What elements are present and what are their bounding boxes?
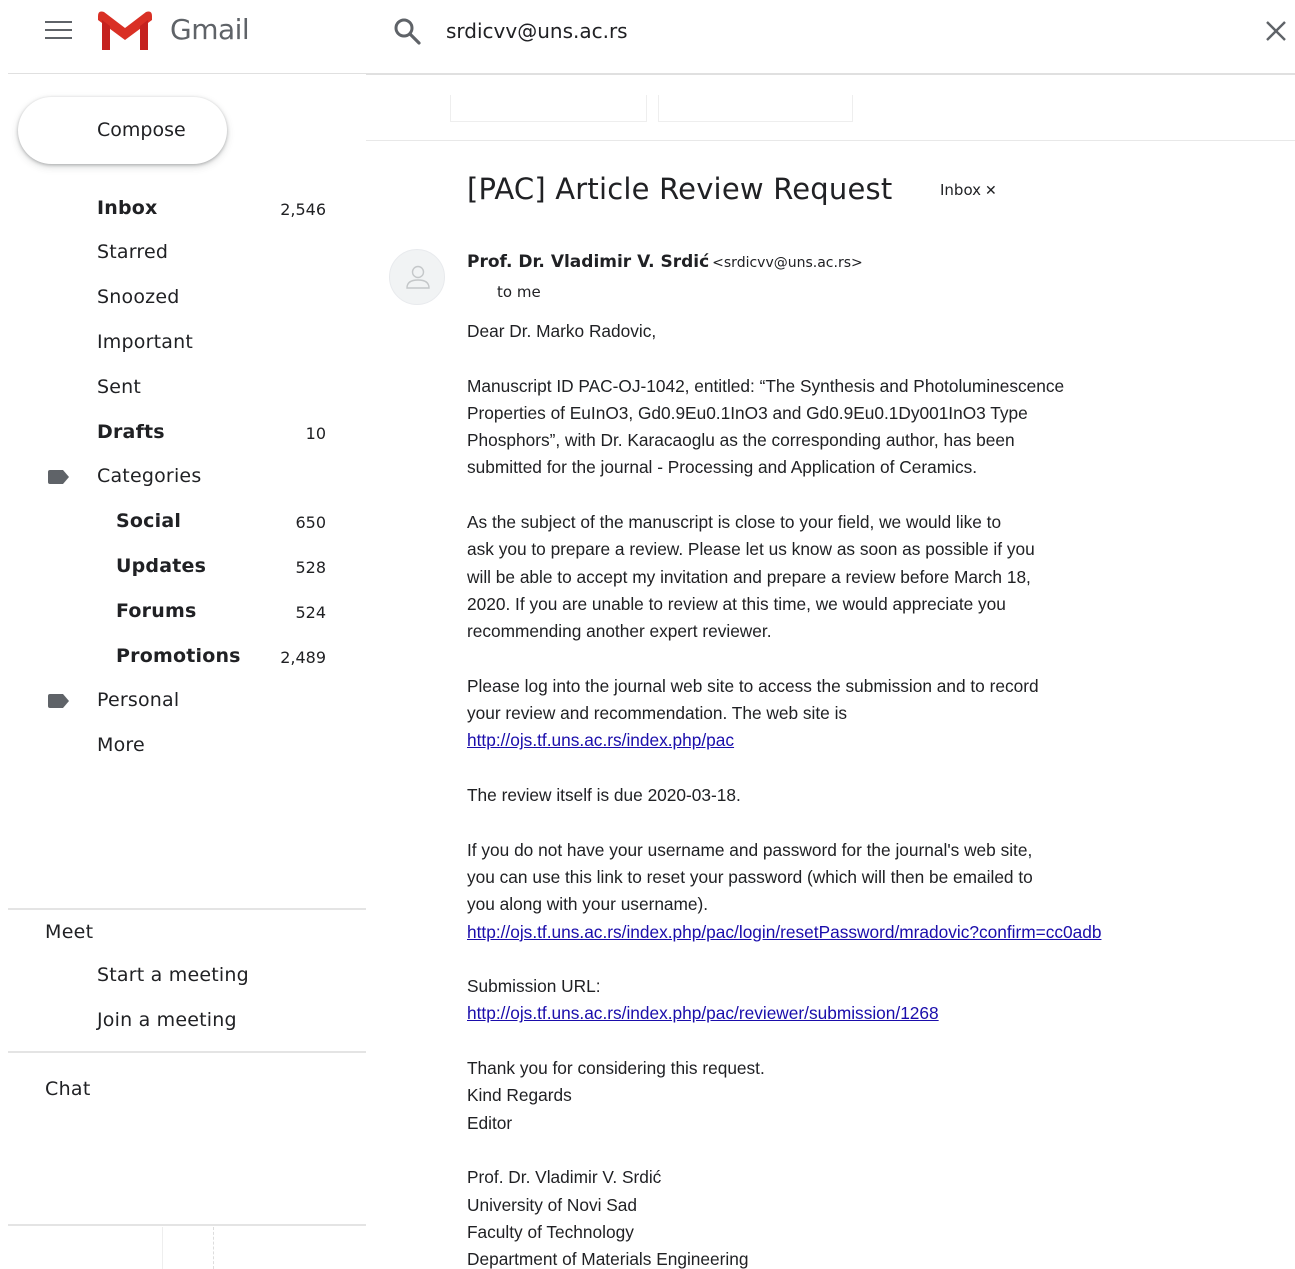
sidebar-item-inbox[interactable]: Inbox 2,546 xyxy=(0,189,366,229)
sidebar-divider xyxy=(8,1051,366,1053)
sender-name[interactable]: Prof. Dr. Vladimir V. Srdić xyxy=(467,252,709,272)
sidebar-item-label: Inbox xyxy=(97,197,158,219)
join-meeting-link[interactable]: Join a meeting xyxy=(0,1001,366,1041)
main-menu-icon[interactable] xyxy=(45,21,72,41)
label-icon xyxy=(48,470,69,484)
sidebar-item-label: Important xyxy=(97,331,193,353)
submission-link[interactable]: http://ojs.tf.uns.ac.rs/index.php/pac/re… xyxy=(467,1003,939,1023)
header-divider-left xyxy=(8,73,366,74)
header-divider-right xyxy=(366,73,1295,75)
sidebar-item-label: More xyxy=(97,734,145,756)
sidebar-item-categories[interactable]: Categories xyxy=(0,457,366,497)
join-meeting-label: Join a meeting xyxy=(97,1009,237,1031)
sidebar-divider xyxy=(8,1224,366,1226)
email-body: Dear Dr. Marko Radovic, Manuscript ID PA… xyxy=(467,318,1247,1269)
paragraph-4: The review itself is due 2020-03-18. xyxy=(467,785,741,806)
sidebar-item-label: Sent xyxy=(97,376,142,398)
sidebar-item-label: Updates xyxy=(116,555,207,577)
start-meeting-label: Start a meeting xyxy=(97,964,249,986)
sidebar-item-more[interactable]: More xyxy=(0,726,366,766)
paragraph-6: Submission URL: http://ojs.tf.uns.ac.rs/… xyxy=(467,976,939,1024)
paragraph-7: Thank you for considering this request. … xyxy=(467,1058,765,1133)
sidebar-item-label: Personal xyxy=(97,689,180,711)
compose-button[interactable]: Compose xyxy=(18,97,227,164)
chat-placeholder xyxy=(162,1227,214,1269)
sidebar-divider xyxy=(8,908,366,910)
recipient-line[interactable]: to me xyxy=(497,283,541,301)
person-icon xyxy=(406,265,430,289)
sidebar-item-count: 524 xyxy=(295,603,326,622)
meet-section-title: Meet xyxy=(45,921,94,943)
greeting: Dear Dr. Marko Radovic, xyxy=(467,321,657,341)
sidebar-item-count: 10 xyxy=(305,424,326,443)
search-input[interactable]: srdicvv@uns.ac.rs xyxy=(446,19,628,43)
sidebar-item-label: Starred xyxy=(97,241,169,263)
sidebar-item-starred[interactable]: Starred xyxy=(0,233,366,273)
sidebar-item-forums[interactable]: Forums 524 xyxy=(0,592,366,632)
remove-label-icon[interactable]: ✕ xyxy=(985,183,997,199)
signature: Prof. Dr. Vladimir V. Srdić University o… xyxy=(467,1167,749,1269)
sidebar-item-count: 650 xyxy=(295,513,326,532)
sidebar-item-label: Drafts xyxy=(97,421,165,443)
label-icon xyxy=(48,694,69,708)
sender-email: <srdicvv@uns.ac.rs> xyxy=(712,255,863,271)
sidebar-item-personal[interactable]: Personal xyxy=(0,681,366,721)
sidebar-item-label: Categories xyxy=(97,465,202,487)
sidebar-item-snoozed[interactable]: Snoozed xyxy=(0,278,366,318)
sender-avatar xyxy=(389,249,445,305)
sidebar-item-count: 2,546 xyxy=(280,200,326,219)
sidebar-item-label: Promotions xyxy=(116,645,241,667)
sidebar-item-count: 528 xyxy=(295,558,326,577)
toolbar-placeholder-1 xyxy=(450,95,647,122)
sidebar-item-count: 2,489 xyxy=(280,648,326,667)
inbox-label-chip[interactable]: Inbox ✕ xyxy=(940,181,997,199)
start-meeting-link[interactable]: Start a meeting xyxy=(0,956,366,996)
email-subject: [PAC] Article Review Request xyxy=(467,172,893,206)
close-search-icon[interactable] xyxy=(1264,19,1288,43)
search-icon[interactable] xyxy=(393,17,421,45)
sidebar-item-label: Social xyxy=(116,510,182,532)
chat-section-title: Chat xyxy=(45,1078,91,1100)
sidebar-item-drafts[interactable]: Drafts 10 xyxy=(0,413,366,453)
paragraph-5: If you do not have your username and pas… xyxy=(467,839,1102,942)
inbox-label-text: Inbox xyxy=(940,181,982,199)
sender-line: Prof. Dr. Vladimir V. Srdić <srdicvv@uns.… xyxy=(467,252,863,272)
toolbar-divider xyxy=(366,140,1295,141)
sidebar-item-promotions[interactable]: Promotions 2,489 xyxy=(0,637,366,677)
sidebar-item-sent[interactable]: Sent xyxy=(0,368,366,408)
paragraph-2: As the subject of the manuscript is clos… xyxy=(467,512,1035,642)
paragraph-1: Manuscript ID PAC-OJ-1042, entitled: “Th… xyxy=(467,375,1065,478)
paragraph-3: Please log into the journal web site to … xyxy=(467,675,1039,751)
gmail-logo-icon[interactable] xyxy=(98,10,152,50)
sidebar-item-label: Forums xyxy=(116,600,197,622)
journal-site-link[interactable]: http://ojs.tf.uns.ac.rs/index.php/pac xyxy=(467,730,734,750)
sidebar-item-updates[interactable]: Updates 528 xyxy=(0,547,366,587)
gmail-brand-text: Gmail xyxy=(170,13,250,46)
sidebar-item-important[interactable]: Important xyxy=(0,323,366,363)
reset-password-link[interactable]: http://ojs.tf.uns.ac.rs/index.php/pac/lo… xyxy=(467,922,1101,942)
sidebar-item-social[interactable]: Social 650 xyxy=(0,502,366,542)
toolbar-placeholder-2 xyxy=(658,95,853,122)
sidebar-item-label: Snoozed xyxy=(97,286,180,308)
